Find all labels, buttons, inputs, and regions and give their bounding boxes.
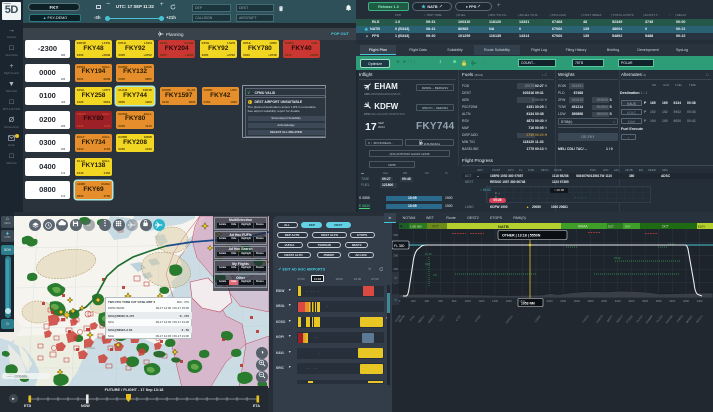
svg-text:México: México bbox=[84, 346, 95, 350]
svg-text:1200: 1200 bbox=[478, 299, 484, 303]
svg-text:23 42: 23 42 bbox=[614, 256, 621, 260]
svg-text:4000: 4000 bbox=[669, 299, 675, 303]
svg-text:12 16: 12 16 bbox=[425, 252, 432, 256]
svg-text:1400: 1400 bbox=[492, 299, 498, 303]
svg-text:4 8: 4 8 bbox=[433, 273, 437, 277]
svg-text:FL 380: FL 380 bbox=[394, 244, 405, 248]
svg-text:3400: 3400 bbox=[628, 299, 634, 303]
svg-text:3600: 3600 bbox=[642, 299, 648, 303]
svg-text:OCT: OCT bbox=[432, 224, 439, 228]
svg-text:800: 800 bbox=[452, 299, 457, 303]
svg-text:2400: 2400 bbox=[560, 299, 566, 303]
svg-text:NATB: NATB bbox=[498, 224, 509, 229]
svg-text:200: 200 bbox=[411, 299, 416, 303]
svg-text:2200: 2200 bbox=[547, 299, 553, 303]
svg-text:OCT: OCT bbox=[662, 224, 669, 228]
svg-text:NWAA: NWAA bbox=[578, 224, 588, 228]
svg-text:600: 600 bbox=[438, 299, 443, 303]
svg-text:4200: 4200 bbox=[683, 299, 689, 303]
svg-text:1000: 1000 bbox=[465, 299, 471, 303]
svg-text:ELEV: ELEV bbox=[698, 224, 705, 228]
svg-text:3000: 3000 bbox=[601, 299, 607, 303]
svg-text:3200: 3200 bbox=[615, 299, 621, 303]
svg-text:── ~1000 km: ── ~1000 km bbox=[6, 375, 27, 379]
svg-text:DCT: DCT bbox=[608, 224, 614, 228]
svg-text:4400: 4400 bbox=[697, 299, 703, 303]
svg-text:400: 400 bbox=[425, 299, 430, 303]
svg-text:2600: 2600 bbox=[574, 299, 580, 303]
svg-text:200: 200 bbox=[393, 267, 398, 271]
svg-text:3800: 3800 bbox=[656, 299, 662, 303]
svg-text:G3Y: G3Y bbox=[625, 224, 631, 228]
svg-text:2800: 2800 bbox=[588, 299, 594, 303]
svg-text:1.0E NM: 1.0E NM bbox=[410, 224, 422, 228]
svg-text:1600: 1600 bbox=[506, 299, 512, 303]
svg-text:500: 500 bbox=[393, 233, 398, 237]
svg-text:9 12: 9 12 bbox=[425, 262, 431, 266]
svg-text:OTHER | 13:18 | 5550N: OTHER | 13:18 | 5550N bbox=[502, 234, 541, 238]
svg-text:4: 4 bbox=[400, 225, 402, 229]
svg-text:300: 300 bbox=[393, 254, 398, 258]
svg-text:1800: 1800 bbox=[519, 299, 525, 303]
